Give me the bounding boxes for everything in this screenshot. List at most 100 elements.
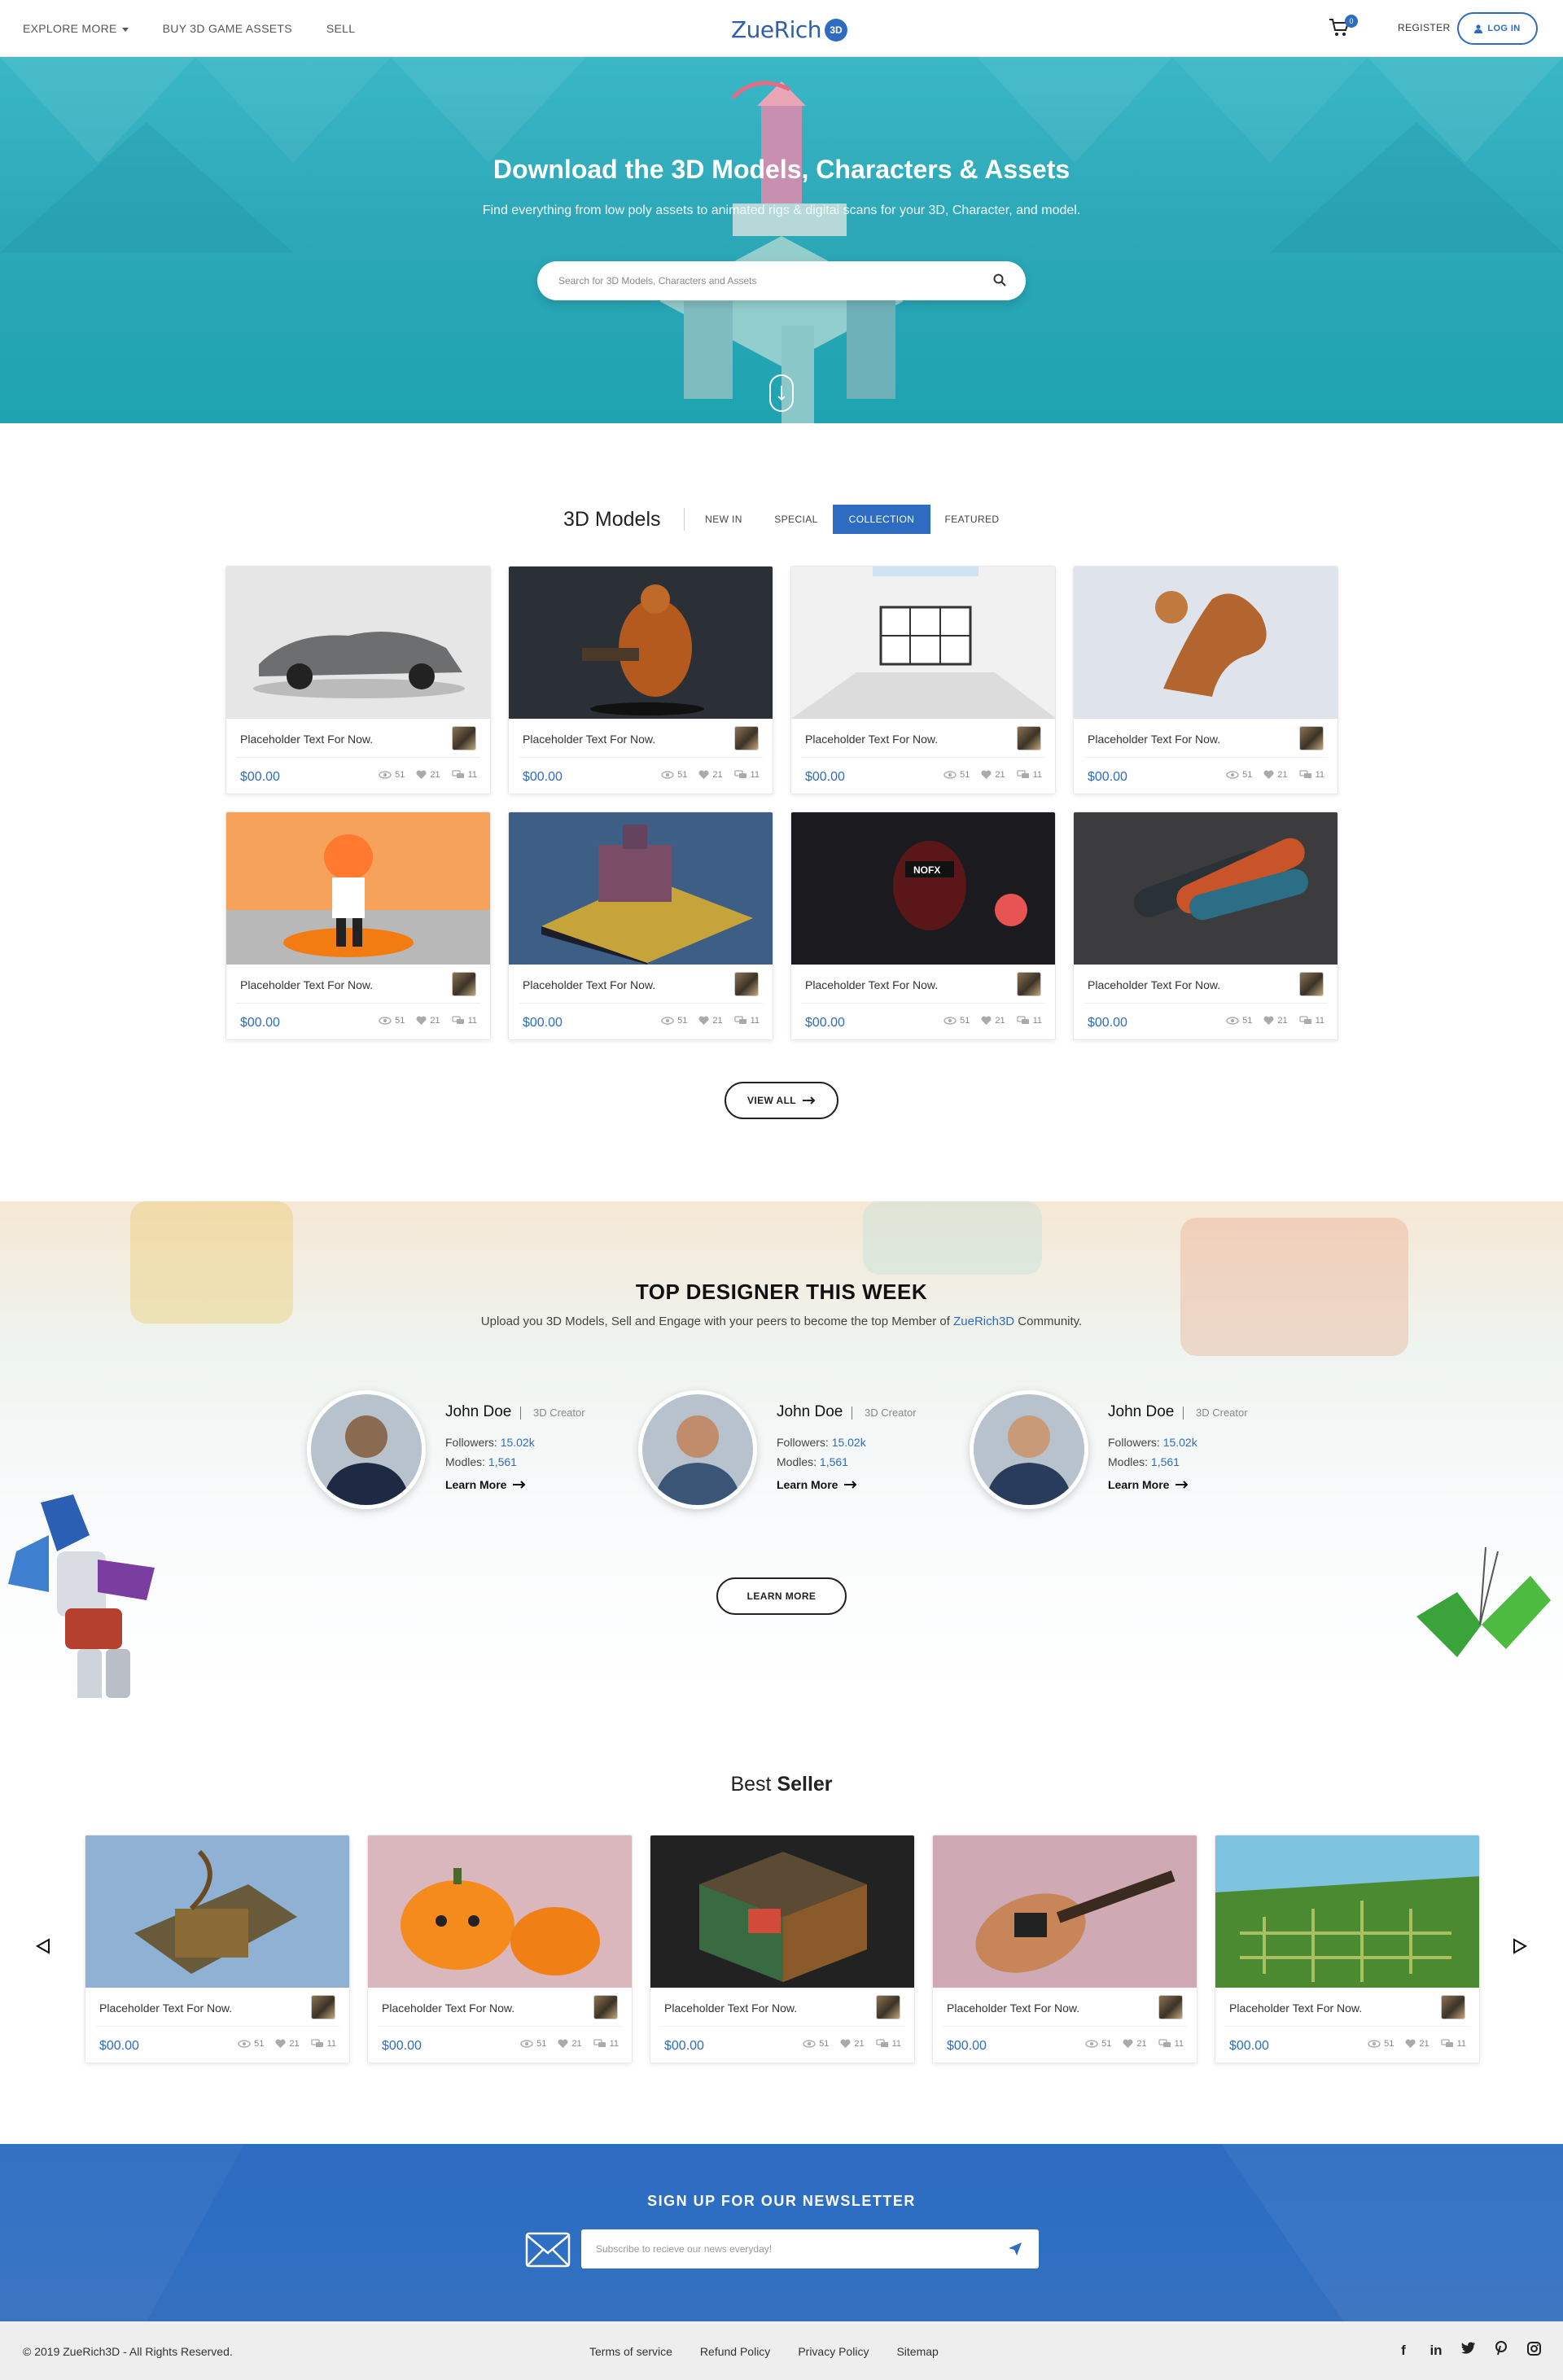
designer-learn-more-link[interactable]: Learn More	[1108, 1478, 1189, 1491]
creator-avatar[interactable]	[876, 1995, 900, 2019]
product-card[interactable]: Placeholder Text For Now. $00.00 51 21 11	[225, 566, 491, 794]
product-card[interactable]: Placeholder Text For Now. $00.00 51 21 11	[1073, 566, 1338, 794]
product-title[interactable]: Placeholder Text For Now.	[1088, 978, 1220, 991]
creator-avatar[interactable]	[452, 726, 476, 750]
product-card[interactable]: Placeholder Text For Now. $00.00 51 21 11	[790, 566, 1056, 794]
privacy-policy-link[interactable]: Privacy Policy	[798, 2345, 869, 2358]
product-thumbnail-skateboards[interactable]	[1074, 812, 1338, 965]
register-link[interactable]: REGISTER	[1398, 22, 1451, 33]
search-icon[interactable]	[993, 273, 1006, 287]
designer-avatar[interactable]	[307, 1390, 426, 1509]
product-card[interactable]: Placeholder Text For Now. $00.00 51 21 11	[85, 1835, 350, 2063]
creator-avatar[interactable]	[1017, 972, 1041, 996]
designer-learn-more-link[interactable]: Learn More	[445, 1478, 526, 1491]
product-title[interactable]: Placeholder Text For Now.	[240, 978, 373, 991]
product-thumbnail-helmet[interactable]: NOFX	[791, 812, 1056, 965]
designer-name[interactable]: John Doe	[1108, 1403, 1174, 1421]
comments-stat[interactable]: 11	[1298, 1016, 1324, 1026]
likes-stat[interactable]: 21	[416, 770, 440, 780]
brand-link[interactable]: ZueRich3D	[953, 1315, 1014, 1328]
product-thumbnail-maze[interactable]	[1215, 1835, 1480, 1988]
likes-stat[interactable]: 21	[416, 1016, 440, 1026]
product-title[interactable]: Placeholder Text For Now.	[805, 978, 938, 991]
likes-stat[interactable]: 21	[1123, 2039, 1147, 2049]
designer-name[interactable]: John Doe	[445, 1403, 511, 1421]
creator-avatar[interactable]	[311, 1995, 335, 2019]
product-thumbnail-guitar[interactable]	[933, 1835, 1197, 1988]
comments-stat[interactable]: 11	[1298, 770, 1324, 780]
twitter-icon[interactable]	[1460, 2342, 1477, 2359]
product-card[interactable]: Placeholder Text For Now. $00.00 51 21 11	[367, 1835, 633, 2063]
comments-stat[interactable]: 11	[1016, 770, 1042, 780]
product-thumbnail-chest[interactable]	[85, 1835, 350, 1988]
comments-stat[interactable]: 11	[733, 770, 760, 780]
hero-search-input[interactable]	[558, 261, 982, 300]
likes-stat[interactable]: 21	[1263, 770, 1288, 780]
product-thumbnail-voxel-room[interactable]	[650, 1835, 915, 1988]
designer-learn-more-link[interactable]: Learn More	[777, 1478, 857, 1491]
product-card[interactable]: Placeholder Text For Now. $00.00 51 21 11	[1073, 812, 1338, 1040]
creator-avatar[interactable]	[734, 972, 759, 996]
view-all-button[interactable]: VIEW ALL	[725, 1082, 838, 1119]
likes-stat[interactable]: 21	[1263, 1016, 1288, 1026]
tab-collection[interactable]: COLLECTION	[833, 505, 930, 534]
send-icon[interactable]	[1008, 2242, 1022, 2256]
product-card[interactable]: NOFX Placeholder Text For Now. $00.00 51 21 1…	[790, 812, 1056, 1040]
comments-stat[interactable]: 11	[875, 2039, 901, 2049]
carousel-prev-icon[interactable]	[34, 1937, 52, 1955]
sitemap-link[interactable]: Sitemap	[896, 2345, 938, 2358]
product-thumbnail-gecko[interactable]	[1074, 567, 1338, 719]
comments-stat[interactable]: 11	[1016, 1016, 1042, 1026]
carousel-next-icon[interactable]	[1511, 1937, 1529, 1955]
nav-sell[interactable]: SELL	[326, 22, 355, 35]
newsletter-email-input[interactable]	[596, 2229, 995, 2268]
product-title[interactable]: Placeholder Text For Now.	[805, 733, 938, 746]
tab-special[interactable]: SPECIAL	[765, 505, 827, 534]
designer-avatar[interactable]	[970, 1390, 1088, 1509]
creator-avatar[interactable]	[452, 972, 476, 996]
product-thumbnail-car[interactable]	[226, 567, 491, 719]
designer-avatar[interactable]	[638, 1390, 757, 1509]
product-title[interactable]: Placeholder Text For Now.	[240, 733, 373, 746]
designer-name[interactable]: John Doe	[777, 1403, 843, 1421]
product-title[interactable]: Placeholder Text For Now.	[99, 2002, 232, 2015]
product-card[interactable]: Placeholder Text For Now. $00.00 51 21 11	[508, 566, 773, 794]
likes-stat[interactable]: 21	[558, 2039, 582, 2049]
comments-stat[interactable]: 11	[733, 1016, 760, 1026]
product-card[interactable]: Placeholder Text For Now. $00.00 51 21 11	[508, 812, 773, 1040]
creator-avatar[interactable]	[593, 1995, 618, 2019]
comments-stat[interactable]: 11	[593, 2039, 619, 2049]
terms-link[interactable]: Terms of service	[589, 2345, 672, 2358]
nav-explore-more[interactable]: EXPLORE MORE	[23, 22, 129, 35]
scroll-down-button[interactable]	[769, 374, 794, 412]
product-title[interactable]: Placeholder Text For Now.	[382, 2002, 514, 2015]
creator-avatar[interactable]	[1299, 972, 1324, 996]
product-card[interactable]: Placeholder Text For Now. $00.00 51 21 11	[650, 1835, 915, 2063]
pinterest-icon[interactable]	[1493, 2341, 1509, 2360]
likes-stat[interactable]: 21	[981, 1016, 1005, 1026]
product-title[interactable]: Placeholder Text For Now.	[523, 733, 655, 746]
product-title[interactable]: Placeholder Text For Now.	[664, 2002, 797, 2015]
likes-stat[interactable]: 21	[840, 2039, 865, 2049]
product-card[interactable]: Placeholder Text For Now. $00.00 51 21 11	[1215, 1835, 1480, 2063]
product-card[interactable]: Placeholder Text For Now. $00.00 51 21 11	[225, 812, 491, 1040]
facebook-icon[interactable]: f	[1395, 2343, 1412, 2359]
creator-avatar[interactable]	[1158, 1995, 1183, 2019]
product-thumbnail-room[interactable]	[791, 567, 1056, 719]
comments-stat[interactable]: 11	[451, 770, 477, 780]
product-title[interactable]: Placeholder Text For Now.	[1229, 2002, 1362, 2015]
cart-button[interactable]: 0	[1329, 15, 1358, 39]
creator-avatar[interactable]	[1441, 1995, 1465, 2019]
creator-avatar[interactable]	[734, 726, 759, 750]
tab-new-in[interactable]: NEW IN	[694, 505, 754, 534]
linkedin-icon[interactable]: in	[1428, 2343, 1444, 2359]
comments-stat[interactable]: 11	[1158, 2039, 1184, 2049]
product-thumbnail-inkling[interactable]	[226, 812, 491, 965]
product-card[interactable]: Placeholder Text For Now. $00.00 51 21 11	[932, 1835, 1197, 2063]
product-title[interactable]: Placeholder Text For Now.	[947, 2002, 1079, 2015]
likes-stat[interactable]: 21	[981, 770, 1005, 780]
product-title[interactable]: Placeholder Text For Now.	[1088, 733, 1220, 746]
instagram-icon[interactable]	[1526, 2341, 1542, 2360]
product-title[interactable]: Placeholder Text For Now.	[523, 978, 655, 991]
product-thumbnail-pumpkins[interactable]	[368, 1835, 633, 1988]
